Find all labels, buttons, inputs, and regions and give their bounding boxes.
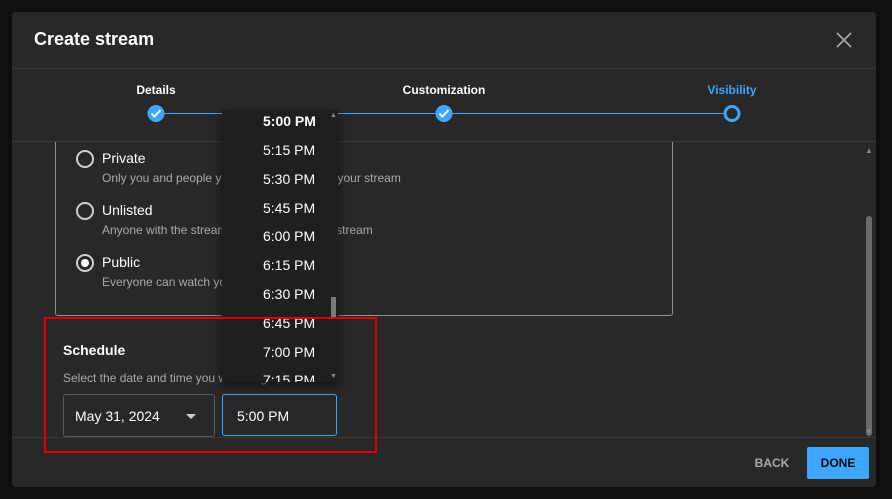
dropdown-scroll-thumb[interactable] [331,297,336,319]
step-visibility-label: Visibility [707,83,757,97]
dialog-title: Create stream [34,29,155,49]
date-value: May 31, 2024 [75,408,160,424]
time-option[interactable]: 5:15 PM [222,136,328,165]
time-option[interactable]: 5:00 PM [222,110,328,136]
time-input[interactable]: 5:00 PM [222,394,337,436]
step-customization-dot[interactable] [435,105,453,122]
time-option[interactable]: 6:30 PM [222,280,328,309]
content-scrollbar[interactable]: ▲ ▼ [865,146,873,436]
close-button[interactable] [834,30,854,50]
time-option[interactable]: 5:45 PM [222,194,328,223]
stepper: Details Customization Visibility [12,70,876,140]
content-scroll-thumb[interactable] [866,216,872,436]
time-option[interactable]: 7:00 PM [222,338,328,367]
time-dropdown[interactable]: 5:00 PM 5:15 PM 5:30 PM 5:45 PM 6:00 PM … [222,110,338,382]
step-details-dot[interactable] [147,105,165,122]
time-option[interactable]: 6:45 PM [222,309,328,338]
check-icon [438,109,450,118]
create-stream-dialog: Create stream Details Customization Visi… [12,12,876,487]
dialog-footer: BACK DONE [12,437,876,487]
unlisted-radio[interactable] [76,202,94,220]
scroll-up-icon[interactable]: ▲ [865,146,873,155]
dropdown-scrollbar[interactable]: ▲ ▼ [328,110,338,382]
done-button[interactable]: DONE [807,447,869,479]
private-label: Private [102,150,146,166]
private-radio[interactable] [76,150,94,168]
visibility-options-box: Private Only you and people you choose c… [55,142,673,316]
scroll-up-icon[interactable]: ▲ [330,112,337,119]
visibility-content: Private Only you and people you choose c… [12,141,876,437]
back-button[interactable]: BACK [747,451,797,475]
step-details-label: Details [136,83,176,97]
time-option[interactable]: 5:30 PM [222,165,328,194]
step-visibility-dot[interactable] [723,105,741,122]
check-icon [150,109,162,118]
dialog-header: Create stream [12,12,876,69]
unlisted-label: Unlisted [102,202,153,218]
time-option[interactable]: 7:15 PM [222,366,328,382]
chevron-down-icon [186,414,196,419]
time-option[interactable]: 6:15 PM [222,251,328,280]
time-value: 5:00 PM [237,408,290,424]
scroll-down-icon[interactable]: ▼ [330,373,337,380]
public-label: Public [102,254,141,270]
time-option[interactable]: 6:00 PM [222,222,328,251]
close-icon [836,32,852,48]
date-select[interactable]: May 31, 2024 [63,394,215,437]
schedule-title: Schedule [63,342,126,358]
public-radio[interactable] [76,254,94,272]
scroll-down-icon[interactable]: ▼ [865,427,873,436]
step-customization-label: Customization [402,83,486,97]
